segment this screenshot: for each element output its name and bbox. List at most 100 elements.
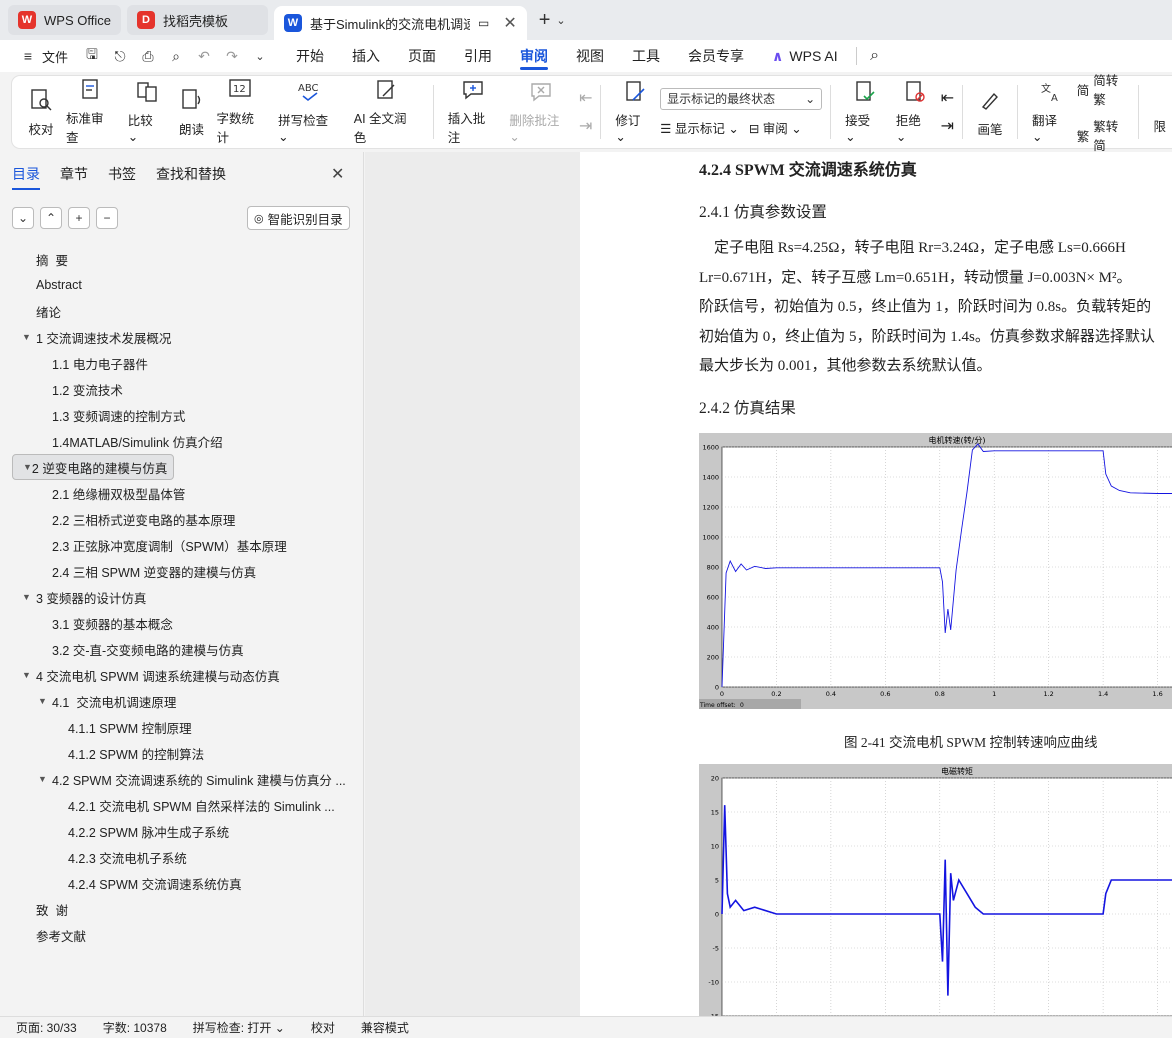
tab-bookmarks[interactable]: 书签 <box>108 164 136 190</box>
page-indicator[interactable]: 页面: 30/33 <box>16 1019 77 1036</box>
expand-arrow-icon[interactable]: ▼ <box>22 332 36 342</box>
menu-reference[interactable]: 引用 <box>450 40 506 72</box>
toc-item[interactable]: ▼ 4 交流电机 SPWM 调速系统建模与动态仿真 <box>12 662 352 688</box>
expand-icon[interactable]: ⌃ <box>40 207 62 229</box>
previous-revision-icon[interactable]: ⇤ <box>941 88 954 108</box>
close-icon[interactable]: ✕ <box>331 164 344 184</box>
remove-icon[interactable]: − <box>96 207 118 229</box>
chevron-down-icon[interactable]: ⌄ <box>250 46 270 66</box>
menu-file[interactable]: 文件 <box>42 47 68 66</box>
insert-comment-button[interactable]: 插入批注 <box>442 80 504 145</box>
tab-find-replace[interactable]: 查找和替换 <box>156 164 226 190</box>
pen-button[interactable]: 画笔 <box>971 80 1009 144</box>
expand-arrow-icon[interactable]: ▼ <box>38 696 52 706</box>
toc-item[interactable]: 3.2 交-直-交变频电路的建模与仿真 <box>12 636 352 662</box>
toc-item[interactable]: 1.3 变频调速的控制方式 <box>12 402 352 428</box>
toc-item[interactable]: 3.1 变频器的基本概念 <box>12 610 352 636</box>
toc-item[interactable]: 1.4MATLAB/Simulink 仿真介绍 <box>12 428 352 454</box>
hamburger-icon[interactable]: ≡ <box>18 46 38 66</box>
tab-wps-office[interactable]: W WPS Office <box>8 5 121 35</box>
proof-indicator[interactable]: 校对 <box>311 1019 335 1036</box>
accept-button[interactable]: 接受 ⌄ <box>839 80 890 144</box>
previous-comment-icon[interactable]: ⇤ <box>579 88 592 108</box>
menu-page[interactable]: 页面 <box>394 40 450 72</box>
print-preview-icon[interactable]: ⌕ <box>166 46 186 66</box>
undo-icon[interactable]: ↶ <box>194 46 214 66</box>
toc-item[interactable]: Abstract <box>12 272 352 298</box>
toc-item-label: 4.2.1 交流电机 SPWM 自然采样法的 Simulink ... <box>68 799 335 814</box>
expand-arrow-icon[interactable]: ▼ <box>22 592 36 602</box>
toc-item[interactable]: 4.1.2 SPWM 的控制算法 <box>12 740 352 766</box>
toc-item[interactable]: 摘 要 <box>12 246 352 272</box>
new-tab-icon[interactable]: + <box>539 9 551 32</box>
toc-item[interactable]: 致 谢 <box>12 896 352 922</box>
search-icon[interactable]: ⌕ <box>865 46 885 66</box>
add-icon[interactable]: + <box>68 207 90 229</box>
review-pane-button[interactable]: ⊟ 审阅 ⌄ <box>749 118 802 137</box>
toc-item[interactable]: ▼ 3 变频器的设计仿真 <box>12 584 352 610</box>
save-icon[interactable]: 🖫 <box>82 46 102 66</box>
reject-button[interactable]: 拒绝 ⌄ <box>890 80 941 144</box>
menu-insert[interactable]: 插入 <box>338 40 394 72</box>
delete-comment-button[interactable]: 删除批注 ⌄ <box>503 80 579 144</box>
expand-arrow-icon[interactable]: ▼ <box>38 774 52 784</box>
tab-document[interactable]: W 基于Simulink的交流电机调速 ▭ ✕ <box>273 6 527 40</box>
expand-arrow-icon[interactable]: ▼ <box>22 670 36 680</box>
tab-templates[interactable]: D 找稻壳模板 <box>126 5 268 35</box>
toc-item[interactable]: 4.2.3 交流电机子系统 <box>12 844 352 870</box>
share-icon[interactable]: ⎋ <box>110 46 130 66</box>
menu-member[interactable]: 会员专享 <box>674 40 758 72</box>
y-tick-label: 20 <box>711 775 719 783</box>
toc-item[interactable]: 4.2.4 SPWM 交流调速系统仿真 <box>12 870 352 896</box>
toc-item[interactable]: ▼ 4.2 SPWM 交流调速系统的 Simulink 建模与仿真分 ... <box>12 766 352 792</box>
translate-button[interactable]: 文A 翻译 ⌄ <box>1026 80 1077 144</box>
menu-tools[interactable]: 工具 <box>618 40 674 72</box>
toc-item[interactable]: 2.1 绝缘栅双极型晶体管 <box>12 480 352 506</box>
toc-item[interactable]: 2.4 三相 SPWM 逆变器的建模与仿真 <box>12 558 352 584</box>
next-revision-icon[interactable]: ⇥ <box>941 116 954 136</box>
toc-item[interactable]: 4.2.1 交流电机 SPWM 自然采样法的 Simulink ... <box>12 792 352 818</box>
standard-review-button[interactable]: 标准审查 <box>60 79 122 145</box>
toc-item[interactable]: 1.1 电力电子器件 <box>12 350 352 376</box>
close-icon[interactable]: ✕ <box>503 13 516 33</box>
word-count-button[interactable]: 12 字数统计 <box>210 79 272 145</box>
menu-view[interactable]: 视图 <box>562 40 618 72</box>
toc-item[interactable]: ▼ 1 交流调速技术发展概况 <box>12 324 352 350</box>
expand-arrow-icon[interactable]: ▼ <box>23 462 32 472</box>
spell-check-indicator[interactable]: 拼写检查: 打开 ⌄ <box>193 1019 285 1036</box>
toc-item[interactable]: 4.1.1 SPWM 控制原理 <box>12 714 352 740</box>
show-markup-button[interactable]: ☰ 显示标记 ⌄ <box>660 118 739 137</box>
toc-item[interactable]: 绪论 <box>12 298 352 324</box>
menu-start[interactable]: 开始 <box>282 40 338 72</box>
toc-item[interactable]: 4.2.2 SPWM 脉冲生成子系统 <box>12 818 352 844</box>
ai-polish-button[interactable]: AI 全文润色 <box>348 80 425 145</box>
to-simplified-button[interactable]: 繁繁转简 <box>1077 116 1131 154</box>
print-icon[interactable]: ⎙ <box>138 46 158 66</box>
toc-item[interactable]: ▼ 2 逆变电路的建模与仿真 <box>12 454 174 480</box>
proofread-button[interactable]: 校对 <box>22 80 60 144</box>
document-page[interactable]: 4.2.4 SPWM 交流调速系统仿真 2.4.1 仿真参数设置 定子电阻 Rs… <box>580 152 1172 1016</box>
toc-item[interactable]: 2.3 正弦脉冲宽度调制（SPWM）基本原理 <box>12 532 352 558</box>
menu-wps-ai[interactable]: ∧ WPS AI <box>758 40 852 72</box>
compare-button[interactable]: 比较 ⌄ <box>122 80 173 144</box>
next-comment-icon[interactable]: ⇥ <box>579 116 592 136</box>
read-aloud-button[interactable]: 朗读 <box>172 80 210 144</box>
toc-item[interactable]: ▼ 4.1 交流电机调速原理 <box>12 688 352 714</box>
redo-icon[interactable]: ↷ <box>222 46 242 66</box>
limit-button[interactable]: 限 <box>1147 80 1172 144</box>
word-count-indicator[interactable]: 字数: 10378 <box>103 1019 167 1036</box>
menu-review[interactable]: 审阅 <box>506 40 562 72</box>
tab-chapters[interactable]: 章节 <box>60 164 88 190</box>
collapse-icon[interactable]: ⌄ <box>12 207 34 229</box>
to-traditional-button[interactable]: 简简转繁 <box>1077 70 1131 108</box>
revise-button[interactable]: 修订 ⌄ <box>609 80 660 144</box>
smart-toc-button[interactable]: ◎ 智能识别目录 <box>247 206 350 230</box>
markup-state-select[interactable]: 显示标记的最终状态 ⌄ <box>660 87 823 110</box>
toc-item[interactable]: 参考文献 <box>12 922 352 948</box>
tab-toc[interactable]: 目录 <box>12 164 40 190</box>
spell-check-button[interactable]: ABC 拼写检查 ⌄ <box>272 80 348 144</box>
toc-item[interactable]: 2.2 三相桥式逆变电路的基本原理 <box>12 506 352 532</box>
chevron-down-icon[interactable]: ⌄ <box>556 14 565 27</box>
monitor-icon[interactable]: ▭ <box>478 16 489 30</box>
toc-item[interactable]: 1.2 变流技术 <box>12 376 352 402</box>
